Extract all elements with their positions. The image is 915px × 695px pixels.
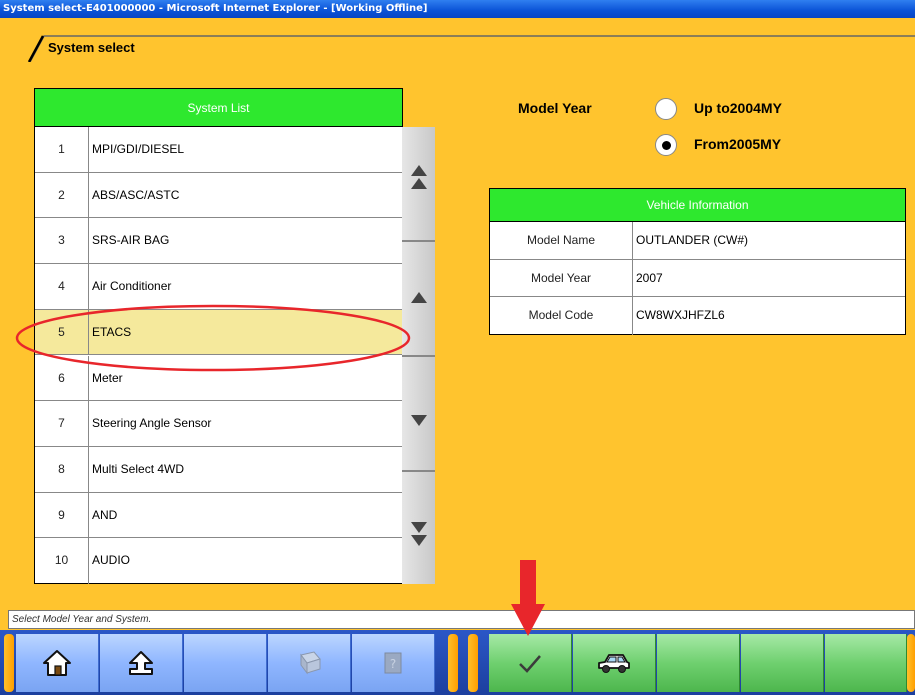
system-row-selected[interactable]: 5 ETACS	[35, 309, 402, 356]
system-row-name: Multi Select 4WD	[92, 461, 185, 476]
system-row[interactable]: 8 Multi Select 4WD	[35, 446, 402, 493]
radio-from-2005[interactable]	[655, 134, 677, 156]
system-row-name: Steering Angle Sensor	[92, 416, 212, 431]
bottom-toolbar: ?	[0, 630, 915, 695]
toolbar-blank-button[interactable]	[184, 634, 267, 692]
vehicle-button[interactable]	[573, 634, 656, 692]
vehicle-info-key: Model Year	[490, 259, 633, 297]
print-button[interactable]	[268, 634, 351, 692]
window-title-bar: System select-E401000000 - Microsoft Int…	[0, 0, 915, 18]
vehicle-info-value: CW8WXJHFZL6	[636, 308, 725, 323]
system-list: System List 1 MPI/GDI/DIESEL 2 ABS/ASC/A…	[34, 88, 403, 584]
scroll-up-button[interactable]	[402, 242, 435, 357]
system-row[interactable]: 3 SRS-AIR BAG	[35, 218, 402, 265]
vehicle-info-value: 2007	[636, 270, 663, 285]
system-row-number: 9	[35, 492, 89, 538]
print-icon	[300, 651, 321, 675]
vehicle-info-row: Model Year 2007	[490, 259, 905, 298]
system-row-name: MPI/GDI/DIESEL	[92, 142, 185, 156]
vehicle-info-value: OUTLANDER (CW#)	[636, 233, 749, 247]
double-down-arrow-icon	[411, 522, 427, 546]
page-header: System select	[8, 18, 915, 62]
system-row-number: 2	[35, 172, 89, 218]
system-row[interactable]: 2 ABS/ASC/ASTC	[35, 172, 402, 219]
double-up-arrow-icon	[411, 165, 427, 189]
vehicle-info-key: Model Code	[490, 297, 633, 335]
system-row-name: ETACS	[92, 324, 132, 339]
system-row[interactable]: 9 AND	[35, 492, 402, 539]
toolbar-separator	[4, 634, 14, 692]
toolbar-blank-button[interactable]	[825, 634, 907, 692]
system-row-number: 8	[35, 446, 89, 492]
car-icon	[598, 654, 630, 673]
check-icon	[519, 655, 541, 673]
vehicle-info-row: Model Code CW8WXJHFZL6	[490, 297, 905, 335]
toolbar-separator	[448, 634, 458, 692]
vehicle-information-table: Vehicle Information Model Name OUTLANDER…	[489, 188, 906, 335]
system-row[interactable]: 4 Air Conditioner	[35, 264, 402, 310]
help-icon: ?	[384, 652, 402, 674]
system-row-name: AND	[92, 507, 118, 522]
confirm-button[interactable]	[489, 634, 572, 692]
system-list-header: System List	[35, 89, 402, 127]
vehicle-info-key: Model Name	[490, 222, 633, 259]
scroll-column	[402, 127, 435, 584]
system-row-name: AUDIO	[92, 553, 131, 568]
system-row-number: 6	[35, 355, 89, 401]
system-row-number: 3	[35, 218, 89, 264]
system-row-name: Air Conditioner	[92, 279, 172, 294]
toolbar-blank-button[interactable]	[657, 634, 740, 692]
scroll-bottom-button[interactable]	[402, 472, 435, 584]
vehicle-info-row: Model Name OUTLANDER (CW#)	[490, 222, 905, 260]
system-row-name: ABS/ASC/ASTC	[92, 187, 180, 202]
system-row-number: 10	[35, 538, 89, 584]
system-row-number: 7	[35, 401, 89, 446]
down-arrow-icon	[411, 415, 427, 426]
vehicle-information-header: Vehicle Information	[490, 189, 905, 222]
header-tab-shape	[27, 35, 915, 62]
system-row[interactable]: 7 Steering Angle Sensor	[35, 401, 402, 447]
system-row[interactable]: 6 Meter	[35, 355, 402, 402]
scroll-down-button[interactable]	[402, 357, 435, 472]
radio-up-to-2004-label: Up to2004MY	[694, 100, 782, 116]
system-row-name: Meter	[92, 370, 123, 385]
help-button[interactable]: ?	[352, 634, 435, 692]
home-icon	[43, 650, 71, 676]
radio-up-to-2004[interactable]	[655, 98, 677, 120]
model-year-label: Model Year	[518, 100, 592, 116]
back-icon	[129, 651, 153, 675]
system-row-number: 4	[35, 264, 89, 309]
svg-text:?: ?	[390, 657, 396, 671]
status-bar: Select Model Year and System.	[8, 610, 915, 629]
system-row[interactable]: 10 AUDIO	[35, 538, 402, 584]
system-row[interactable]: 1 MPI/GDI/DIESEL	[35, 127, 402, 173]
page-title: System select	[48, 40, 135, 55]
toolbar-separator	[907, 634, 915, 692]
system-row-name: SRS-AIR BAG	[92, 233, 170, 248]
back-button[interactable]	[100, 634, 183, 692]
scroll-top-button[interactable]	[402, 127, 435, 242]
home-button[interactable]	[16, 634, 99, 692]
system-row-number: 1	[35, 127, 89, 172]
toolbar-blank-button[interactable]	[741, 634, 824, 692]
radio-from-2005-label: From2005MY	[694, 136, 782, 152]
system-row-number: 5	[35, 309, 89, 355]
toolbar-separator	[468, 634, 478, 692]
up-arrow-icon	[411, 292, 427, 303]
